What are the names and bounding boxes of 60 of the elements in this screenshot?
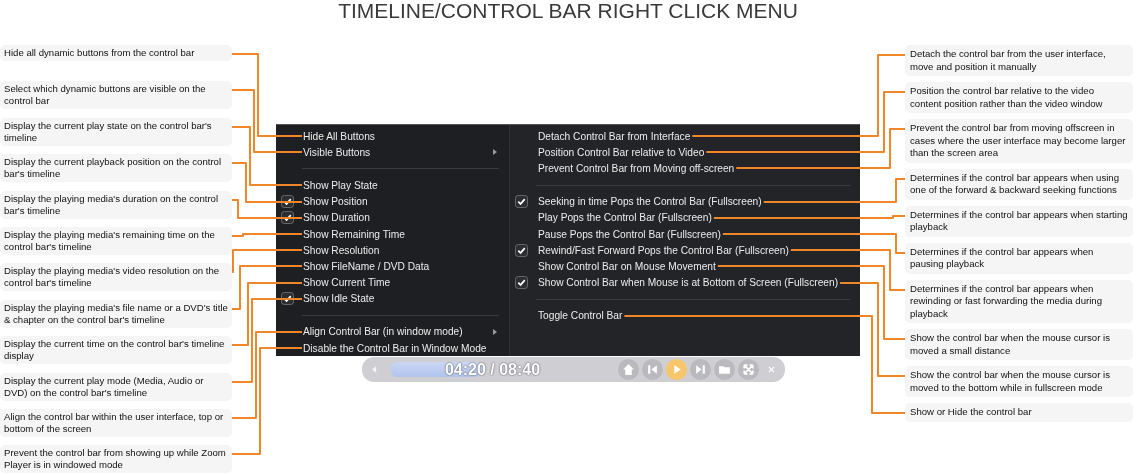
folder-icon (718, 363, 732, 376)
annotation-note: Display the playing media's duration on the control bar's timeline (0, 190, 232, 219)
menu-item[interactable]: Show Remaining Time (276, 225, 509, 243)
fullscreen-button[interactable] (738, 359, 760, 380)
close-icon[interactable] (768, 366, 775, 373)
play-button[interactable] (666, 359, 688, 380)
menu-item[interactable]: Show Duration (276, 209, 509, 226)
annotation-note: Hide all dynamic buttons from the control bar (0, 45, 232, 61)
expand-icon (742, 363, 756, 376)
annotation-note: Display the current playback position on the control bar's timeline (0, 154, 232, 183)
menu-item[interactable]: Play Pops the Control Bar (Fullscreen) (510, 209, 860, 226)
home-button[interactable] (618, 359, 640, 380)
menu-item[interactable]: Pause Pops the Control Bar (Fullscreen) (510, 225, 860, 243)
menu-item[interactable]: Show Play State (276, 177, 509, 194)
annotation-note: Determines if the control bar appears when starting playback (905, 205, 1133, 237)
left-arrow-icon (372, 366, 377, 373)
annotation-note: Display the playing media's remaining time on the control bar's timeline (0, 226, 232, 255)
annotation-note: Display the current play mode (Media, Audio or DVD) on the control bar's timeline (0, 372, 232, 401)
menu-item[interactable]: Toggle Control Bar (510, 307, 860, 324)
next-button[interactable] (690, 359, 712, 380)
menu-item[interactable]: Visible Buttons (276, 144, 509, 161)
menu-item[interactable]: Show Idle State (276, 290, 509, 307)
menu-item[interactable]: Show Position (276, 193, 509, 210)
annotation-note: Determines if the control bar appears when using one of the forward & backward seeking functions (905, 168, 1133, 200)
menu-item[interactable]: Seeking in time Pops the Control Bar (Fullscreen) (510, 193, 860, 210)
annotation-note: Show the control bar when the mouse cursor is moved a small distance (905, 329, 1133, 360)
menu-item[interactable]: Align Control Bar (in window mode) (276, 323, 509, 341)
menu-item[interactable]: Rewind/Fast Forward Pops the Control Bar (Fullscreen) (510, 242, 860, 259)
annotation-note: Position the control bar relative to the video content position rather than the video window (905, 82, 1133, 113)
annotation-note: Select which dynamic buttons are visible on the control bar (0, 81, 232, 110)
menu-item[interactable]: Detach Control Bar from Interface (510, 128, 860, 145)
annotation-note: Detach the control bar from the user interface, move and position it manually (905, 45, 1133, 76)
previous-button[interactable] (642, 359, 664, 380)
open-folder-button[interactable] (714, 359, 736, 380)
menu-item[interactable]: Show FileName / DVD Data (276, 258, 509, 275)
annotation-note: Display the current time on the control bar's timeline display (0, 336, 232, 365)
annotation-note: Prevent the control bar from moving offscreen in cases where the user interface may become larger than the screen area (905, 119, 1133, 163)
menu-item[interactable]: Hide All Buttons (276, 128, 509, 145)
menu-item[interactable]: Show Current Time (276, 274, 509, 291)
annotation-note: Determines if the control bar appears when pausing playback (905, 242, 1133, 274)
annotation-note: Display the current play state on the control bar's timeline (0, 117, 232, 146)
annotation-note: Show the control bar when the mouse cursor is moved to the bottom while in fullscreen mode (905, 366, 1133, 397)
diagram-title: TIMELINE/CONTROL BAR RIGHT CLICK MENU (338, 0, 798, 22)
annotation-note: Display the playing media's video resolution on the control bar's timeline (0, 263, 232, 292)
home-icon (622, 363, 636, 376)
annotation-note: Display the playing media's file name or a DVD's title & chapter on the control bar's timeline (0, 299, 232, 328)
menu-item[interactable]: Prevent Control Bar from Moving off-screen (510, 160, 860, 177)
menu-item[interactable]: Show Control Bar when Mouse is at Bottom of Screen (Fullscreen) (510, 274, 860, 291)
annotation-note: Determines if the control bar appears when rewinding or fast forwarding the media during playback (905, 279, 1133, 323)
menu-item[interactable]: Position Control Bar relative to Video (510, 144, 860, 161)
previous-icon (646, 363, 660, 376)
annotation-note: Align the control bar within the user interface, top or bottom of the screen (0, 408, 232, 437)
leader-line (231, 233, 303, 237)
next-icon (694, 363, 708, 376)
menu-item[interactable]: Show Control Bar on Mouse Movement (510, 258, 860, 275)
menu-item[interactable]: Show Resolution (276, 242, 509, 259)
leader-line (231, 89, 303, 153)
annotation-note: Show or Hide the control bar (905, 403, 1133, 422)
menu-item[interactable]: Disable the Control Bar in Window Mode (276, 340, 509, 357)
annotation-note: Prevent the control bar from showing up while Zoom Player is in windowed mode (0, 445, 232, 474)
